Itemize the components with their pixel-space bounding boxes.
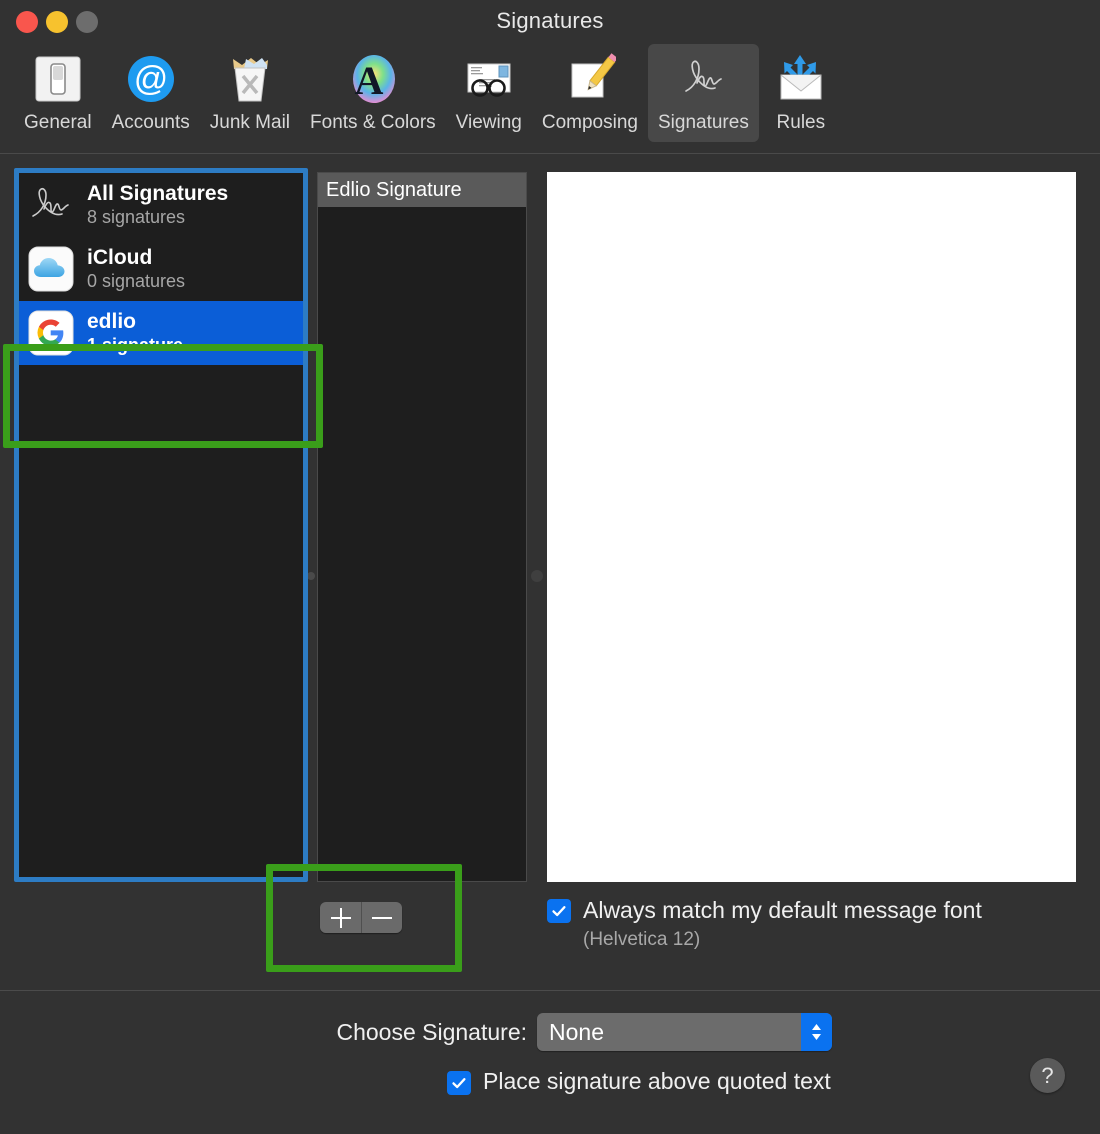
toolbar-label: General [24,112,92,133]
toolbar-label: Fonts & Colors [310,112,436,133]
accounts-list[interactable]: All Signatures 8 signatures iCloud 0 sig… [16,172,306,882]
toolbar-item-composing[interactable]: Composing [532,44,648,142]
chevron-updown-icon[interactable] [801,1013,832,1051]
toolbar-label: Composing [541,112,638,133]
match-default-font-checkbox[interactable] [547,899,571,923]
toolbar-label: Junk Mail [209,112,291,133]
minus-icon [372,908,392,928]
add-remove-signature-controls [320,902,402,933]
google-g-icon [27,309,75,357]
account-signature-count: 1 signature [87,335,184,355]
footer-controls: Choose Signature: None Place signature a… [0,991,1100,1134]
signature-list[interactable]: Edlio Signature [317,172,527,882]
signature-icon [27,181,75,229]
match-default-font-detail: (Helvetica 12) [583,929,701,950]
toolbar-item-rules[interactable]: Rules [759,44,843,142]
pencil-paper-icon [561,50,619,108]
place-signature-label: Place signature above quoted text [483,1068,831,1094]
toolbar-item-signatures[interactable]: Signatures [647,44,759,142]
help-button[interactable]: ? [1030,1058,1065,1093]
toolbar-item-fonts-colors[interactable]: A Fonts & Colors [300,44,446,142]
signatures-preferences-window: Signatures General @ Accounts Junk Mail … [0,0,1100,1134]
choose-signature-label: Choose Signature: [336,1018,527,1045]
splitter-signatures-preview[interactable] [530,172,544,882]
account-row-edlio[interactable]: edlio 1 signature [17,301,305,365]
signature-name: Edlio Signature [326,178,462,201]
account-text: iCloud 0 signatures [87,245,185,293]
splitter-handle-icon [531,570,543,582]
preferences-toolbar: General @ Accounts Junk Mail A Fonts & C… [0,44,1100,152]
glasses-envelope-icon [460,50,518,108]
toolbar-label: Rules [776,112,826,133]
account-name: iCloud [87,246,153,269]
account-signature-count: 8 signatures [87,207,186,227]
choose-signature-popup[interactable]: None [537,1013,832,1051]
account-name: edlio [87,310,137,333]
toolbar-label: Signatures [657,112,749,133]
toolbar-label: Accounts [111,112,190,133]
signatures-body: All Signatures 8 signatures iCloud 0 sig… [0,154,1100,990]
toolbar-label: Viewing [455,112,522,133]
general-switch-icon [29,50,87,108]
account-name: All Signatures [87,182,229,205]
rules-arrows-icon [772,50,830,108]
toolbar-item-accounts[interactable]: @ Accounts [102,44,200,142]
toolbar-item-viewing[interactable]: Viewing [446,44,532,142]
title-bar: Signatures [0,0,1100,44]
account-row-all-signatures[interactable]: All Signatures 8 signatures [17,173,305,237]
toolbar-item-general[interactable]: General [14,44,102,142]
splitter-handle-icon [307,572,315,580]
place-signature-checkbox[interactable] [447,1070,471,1095]
account-text: edlio 1 signature [87,309,183,357]
remove-signature-button[interactable] [361,902,402,933]
checkmark-icon [452,1077,466,1088]
splitter-accounts-signatures[interactable] [307,172,315,882]
at-sign-icon: @ [122,50,180,108]
plus-icon [330,907,351,928]
signature-icon [674,50,732,108]
svg-text:@: @ [133,60,168,98]
page-title: Signatures [496,8,604,33]
account-row-icloud[interactable]: iCloud 0 signatures [17,237,305,301]
font-color-wheel-icon: A [344,50,402,108]
account-signature-count: 0 signatures [87,271,186,291]
match-default-font-block: Always match my default message font (He… [547,896,1067,952]
add-signature-button[interactable] [320,902,361,933]
account-text: All Signatures 8 signatures [87,181,228,229]
signature-preview-editor[interactable] [547,172,1076,882]
choose-signature-row: Choose Signature: None [0,1013,1100,1051]
match-default-font-row[interactable]: Always match my default message font [547,896,1067,924]
junk-trash-icon [221,50,279,108]
svg-text:A: A [354,58,383,103]
signature-row[interactable]: Edlio Signature [318,173,526,207]
checkmark-icon [552,906,566,917]
match-default-font-label: Always match my default message font [583,897,982,923]
icloud-icon [27,245,75,293]
toolbar-item-junk-mail[interactable]: Junk Mail [200,44,300,142]
choose-signature-value: None [549,1018,604,1045]
place-signature-row[interactable]: Place signature above quoted text [447,1067,831,1095]
